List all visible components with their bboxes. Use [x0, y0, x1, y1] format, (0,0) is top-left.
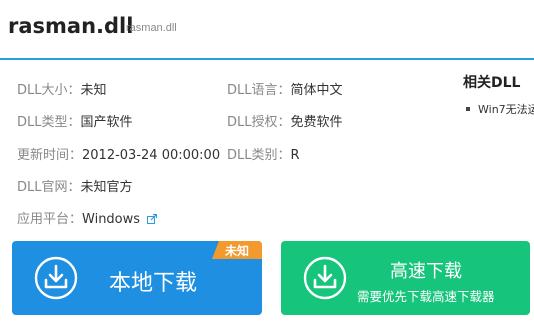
- fast-download-sublabel: 需要优先下载高速下载器: [357, 289, 495, 304]
- info-size: DLL大小：未知: [17, 79, 107, 98]
- fast-download-label: 高速下载: [390, 261, 462, 282]
- download-tray-icon: [303, 256, 347, 300]
- local-download-button[interactable]: 本地下载 未知: [12, 241, 262, 315]
- info-updated-value: 2012-03-24 00:00:00: [82, 148, 221, 163]
- info-license-value: 免费软件: [290, 115, 343, 130]
- info-updated: 更新时间：2012-03-24 00:00:00: [17, 144, 220, 163]
- info-website-label: DLL官网：: [17, 180, 81, 195]
- info-category-label: DLL类别：: [227, 148, 291, 163]
- info-platform: 应用平台：Windows: [17, 208, 158, 228]
- related-dll-item-label: Win7无法运: [478, 103, 534, 116]
- unknown-badge: 未知: [212, 241, 262, 259]
- info-type: DLL类型：国产软件: [17, 111, 133, 130]
- info-type-value: 国产软件: [80, 115, 133, 130]
- info-language-value: 简体中文: [290, 83, 343, 98]
- info-language: DLL语言：简体中文: [227, 79, 343, 98]
- info-license-label: DLL授权：: [227, 115, 291, 130]
- info-updated-label: 更新时间：: [17, 148, 83, 163]
- info-website: DLL官网：未知官方: [17, 176, 133, 195]
- info-category-value: R: [290, 148, 300, 163]
- info-size-label: DLL大小：: [17, 83, 81, 98]
- external-link-icon[interactable]: [147, 213, 158, 228]
- info-license: DLL授权：免费软件: [227, 111, 343, 130]
- page-header: rasman.dll rasman.dll: [0, 0, 534, 60]
- download-tray-icon: [34, 256, 78, 300]
- related-dll-item[interactable]: Win7无法运: [466, 101, 534, 117]
- related-dll-title: 相关DLL: [463, 75, 521, 91]
- info-platform-value: Windows: [82, 212, 141, 227]
- info-category: DLL类别：R: [227, 144, 300, 163]
- info-website-value: 未知官方: [80, 180, 133, 195]
- page-title: rasman.dll: [8, 14, 134, 38]
- page-subtitle: rasman.dll: [126, 22, 177, 34]
- info-size-value: 未知: [80, 83, 107, 98]
- bullet-icon: [466, 107, 470, 111]
- info-language-label: DLL语言：: [227, 83, 291, 98]
- info-platform-label: 应用平台：: [17, 212, 83, 227]
- info-type-label: DLL类型：: [17, 115, 81, 130]
- local-download-label: 本地下载: [109, 271, 198, 296]
- fast-download-button[interactable]: 高速下载 需要优先下载高速下载器: [281, 241, 530, 315]
